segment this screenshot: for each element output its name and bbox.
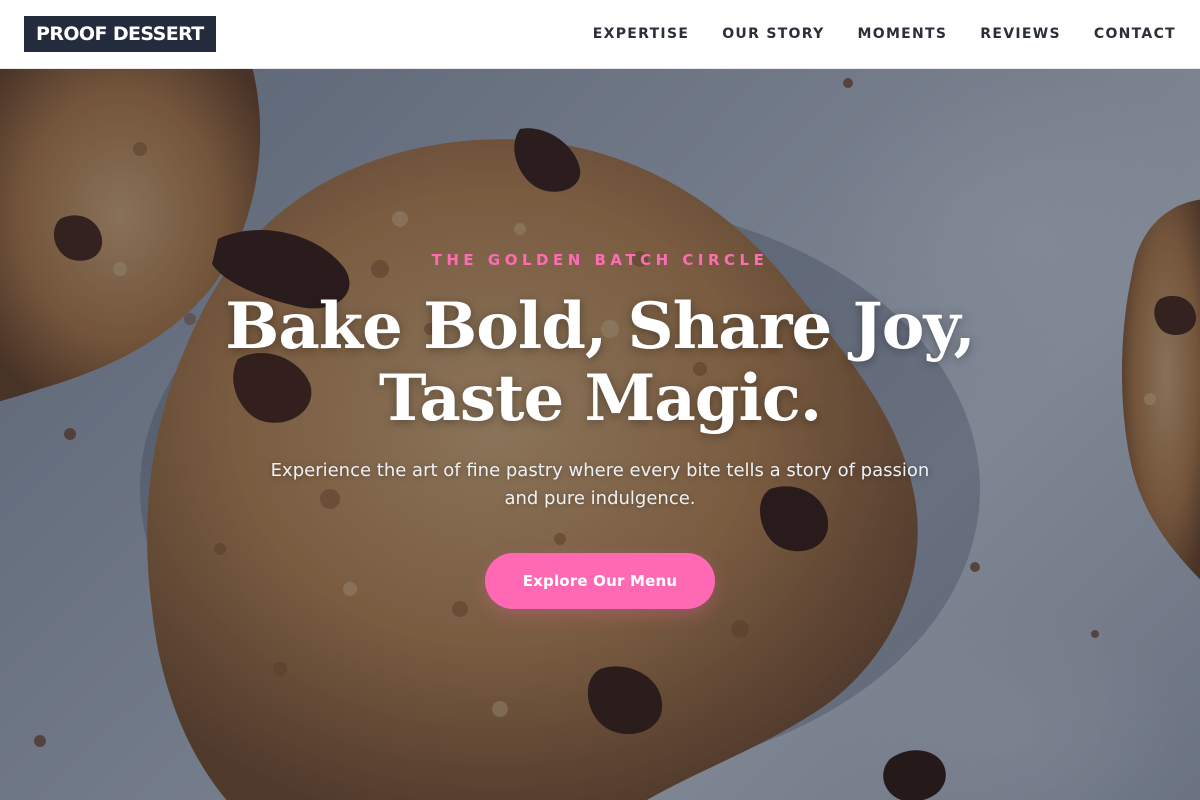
hero-headline-line-2: Taste Magic. [378,361,822,436]
nav-item-reviews[interactable]: REVIEWS [980,26,1061,42]
hero-section: THE GOLDEN BATCH CIRCLE Bake Bold, Share… [0,69,1200,800]
explore-menu-button[interactable]: Explore Our Menu [485,553,715,609]
main-nav: EXPERTISE OUR STORY MOMENTS REVIEWS CONT… [593,0,1176,68]
nav-item-our-story[interactable]: OUR STORY [722,26,824,42]
nav-item-expertise[interactable]: EXPERTISE [593,26,689,42]
nav-item-contact[interactable]: CONTACT [1094,26,1176,42]
hero-eyebrow: THE GOLDEN BATCH CIRCLE [431,251,769,269]
brand-logo[interactable]: PROOF DESSERT [24,16,216,52]
site-header: PROOF DESSERT EXPERTISE OUR STORY MOMENT… [0,0,1200,69]
hero-headline-line-1: Bake Bold, Share Joy, [225,289,976,364]
hero-headline: Bake Bold, Share Joy, Taste Magic. [150,291,1050,435]
hero-content: THE GOLDEN BATCH CIRCLE Bake Bold, Share… [0,69,1200,800]
nav-item-moments[interactable]: MOMENTS [858,26,948,42]
hero-subtext: Experience the art of fine pastry where … [270,460,930,509]
